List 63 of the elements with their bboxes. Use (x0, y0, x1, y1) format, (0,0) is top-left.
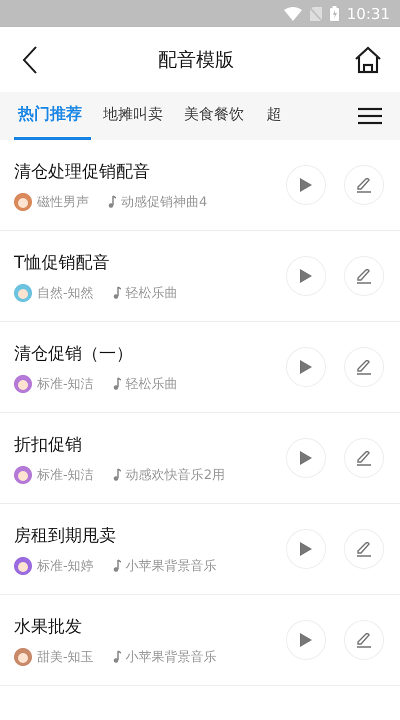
voice-name: 甜美-知玉 (37, 648, 94, 666)
music-note-icon (108, 195, 116, 208)
edit-button[interactable] (344, 165, 384, 205)
play-button[interactable] (286, 529, 326, 569)
voice-name: 磁性男声 (37, 194, 89, 210)
music-name: 动感欢快音乐2用 (126, 466, 225, 484)
template-title: 清仓促销（一） (14, 342, 134, 364)
music-name: 小苹果背景音乐 (126, 558, 217, 574)
template-row[interactable]: 水果批发 甜美-知玉 小苹果背景音乐 (0, 595, 400, 686)
category-tab[interactable]: 美食餐饮 (180, 92, 253, 140)
edit-button[interactable] (344, 620, 384, 660)
music-note-icon (112, 559, 121, 572)
voice-name: 标准-知洁 (37, 376, 94, 392)
play-button[interactable] (286, 347, 326, 387)
pencil-icon (355, 540, 373, 558)
play-icon (299, 541, 313, 557)
voice-name: 标准-知婷 (37, 558, 94, 574)
template-row[interactable]: 折扣促销 标准-知洁 动感欢快音乐2用 (0, 413, 400, 504)
category-tab[interactable]: 地摊叫卖 (99, 92, 172, 140)
menu-icon[interactable] (358, 107, 382, 125)
template-row[interactable]: 房租到期甩卖 标准-知婷 小苹果背景音乐 (0, 504, 400, 595)
play-icon (299, 450, 313, 466)
no-sim-icon (310, 6, 322, 20)
play-icon (299, 359, 313, 375)
play-button[interactable] (286, 620, 326, 660)
edit-button[interactable] (344, 529, 384, 569)
template-title: T恤促销配音 (14, 252, 110, 274)
pencil-icon (355, 631, 373, 649)
voice-name: 自然-知然 (37, 284, 94, 302)
play-icon (299, 177, 313, 193)
music-name: 轻松乐曲 (126, 284, 178, 302)
status-time: 10:31 (346, 4, 390, 22)
pencil-icon (355, 176, 373, 194)
template-title: 折扣促销 (14, 434, 83, 456)
wifi-icon (284, 6, 302, 20)
voice-name: 标准-知洁 (37, 466, 94, 484)
music-name: 轻松乐曲 (126, 376, 178, 392)
template-title: 房租到期甩卖 (14, 524, 117, 546)
music-note-icon (112, 468, 121, 481)
pencil-icon (355, 267, 373, 285)
edit-button[interactable] (344, 347, 384, 387)
play-button[interactable] (286, 256, 326, 296)
play-button[interactable] (286, 165, 326, 205)
music-name: 小苹果背景音乐 (126, 648, 217, 666)
battery-icon (330, 6, 339, 21)
template-title: 清仓处理促销配音 (14, 160, 151, 182)
pencil-icon (355, 358, 373, 376)
edit-button[interactable] (344, 256, 384, 296)
category-tab[interactable]: 超 (261, 92, 285, 140)
music-note-icon (112, 286, 121, 299)
music-name: 动感促销神曲4 (121, 194, 208, 210)
template-title: 水果批发 (14, 616, 83, 638)
pencil-icon (355, 449, 373, 467)
template-row[interactable]: T恤促销配音 自然-知然 轻松乐曲 (0, 231, 400, 322)
template-row[interactable]: 清仓促销（一） 标准-知洁 轻松乐曲 (0, 322, 400, 413)
music-note-icon (112, 377, 121, 390)
play-button[interactable] (286, 438, 326, 478)
play-icon (299, 632, 313, 648)
play-icon (299, 268, 313, 284)
template-row[interactable]: 清仓处理促销配音 磁性男声 动感促销神曲4 (0, 140, 400, 231)
music-note-icon (112, 650, 121, 663)
edit-button[interactable] (344, 438, 384, 478)
page-title: 配音模版 (158, 48, 234, 72)
